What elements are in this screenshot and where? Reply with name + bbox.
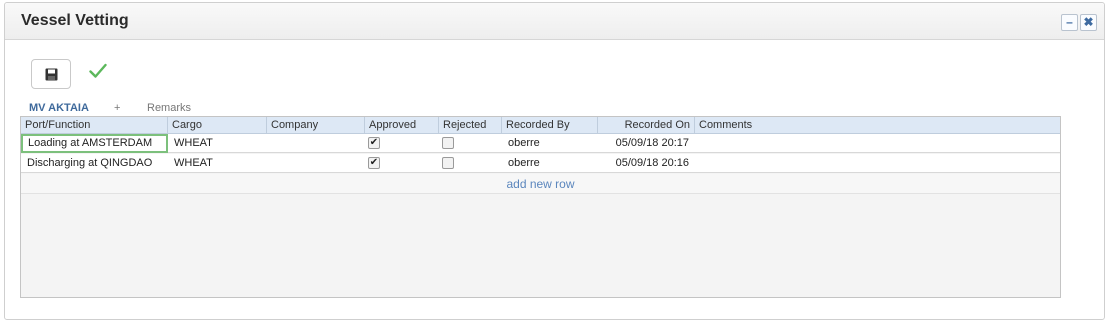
add-new-row-link[interactable]: add new row [21,174,1060,194]
cell-recorded-by[interactable]: oberre [502,154,598,173]
floppy-disk-icon [45,68,58,81]
cell-recorded-on[interactable]: 05/09/18 20:16 [598,154,695,173]
column-header-recorded-on[interactable]: Recorded On [598,117,695,133]
table-row[interactable]: Discharging at QINGDAO WHEAT ✔ oberre 05… [21,154,1060,173]
column-header-company[interactable]: Company [267,117,365,133]
vetting-grid: Port/Function Cargo Company Approved Rej… [20,116,1061,298]
checkmark-icon[interactable] [89,63,107,79]
panel-header: Vessel Vetting – ✖ [5,3,1104,40]
column-header-approved[interactable]: Approved [365,117,439,133]
column-header-rejected[interactable]: Rejected [439,117,502,133]
rejected-checkbox[interactable] [442,137,454,149]
cell-recorded-on[interactable]: 05/09/18 20:17 [598,134,695,153]
rejected-checkbox[interactable] [442,157,454,169]
column-header-recorded-by[interactable]: Recorded By [502,117,598,133]
cell-comments[interactable] [695,134,1060,153]
close-button[interactable]: ✖ [1080,14,1097,31]
cell-cargo[interactable]: WHEAT [168,154,267,173]
column-header-cargo[interactable]: Cargo [168,117,267,133]
minimize-button[interactable]: – [1061,14,1078,31]
vessel-vetting-panel: Vessel Vetting – ✖ MV AKTAIA + Remarks P… [4,2,1105,320]
table-row[interactable]: Loading at AMSTERDAM WHEAT ✔ oberre 05/0… [21,134,1060,153]
cell-port-function[interactable]: Loading at AMSTERDAM [21,134,168,153]
approved-checkbox[interactable]: ✔ [368,157,380,169]
grid-header: Port/Function Cargo Company Approved Rej… [21,117,1060,134]
cell-port-function[interactable]: Discharging at QINGDAO [21,154,168,173]
save-button[interactable] [31,59,71,89]
approved-checkbox[interactable]: ✔ [368,137,380,149]
column-header-comments[interactable]: Comments [695,117,1060,133]
cell-cargo[interactable]: WHEAT [168,134,267,153]
cell-recorded-by[interactable]: oberre [502,134,598,153]
panel-title: Vessel Vetting [21,12,129,29]
cell-company[interactable] [267,134,365,153]
cell-comments[interactable] [695,154,1060,173]
column-header-port-function[interactable]: Port/Function [21,117,168,133]
cell-company[interactable] [267,154,365,173]
